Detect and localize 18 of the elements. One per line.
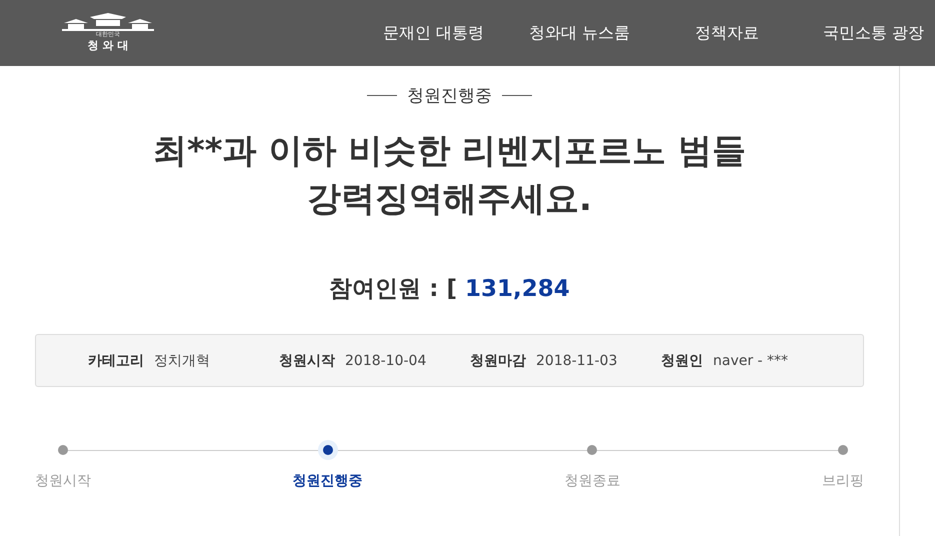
info-label: 청원마감 — [470, 352, 526, 370]
info-value: 2018-10-04 — [345, 352, 426, 368]
info-label: 카테고리 — [88, 352, 144, 370]
nav-link[interactable]: 청와대 뉴스룸 — [529, 22, 695, 44]
logo-title: 청 와 대 — [88, 39, 128, 53]
info-value: 정치개혁 — [154, 352, 210, 370]
info-value: naver - *** — [713, 352, 788, 368]
building-logo-icon — [60, 13, 156, 31]
nav-link[interactable]: 정책자료 — [695, 22, 823, 44]
info-label: 청원시작 — [279, 352, 335, 370]
status-label: 청원진행중 — [407, 85, 492, 107]
participant-count: 참여인원 : [ 131,284 — [329, 275, 570, 304]
step-label[interactable]: 청원진행중 — [292, 472, 363, 490]
info-value: 2018-11-03 — [536, 352, 618, 368]
petition-title: 최**과 이하 비슷한 리벤지포르노 범들 강력징역해주세요. — [152, 130, 747, 221]
nav-link[interactable]: 문재인 대통령 — [383, 22, 529, 44]
nav-link[interactable]: 국민소통 광장 — [823, 22, 933, 44]
info-label: 청원인 — [661, 352, 703, 370]
